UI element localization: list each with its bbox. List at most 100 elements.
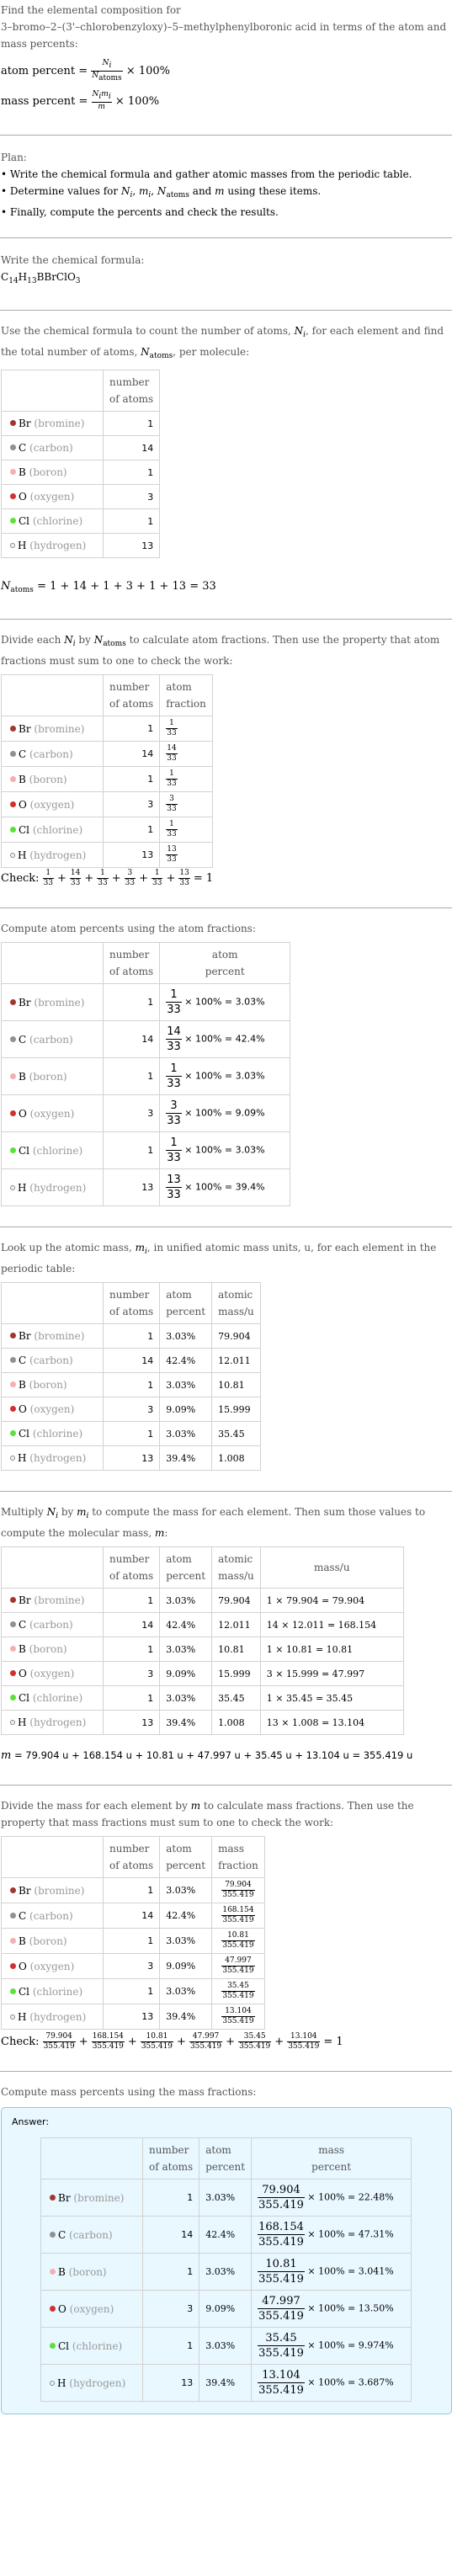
atom-fraction: 1 33 <box>159 817 213 843</box>
molecular-mass-table: number of atoms atom percent atomic mass/u … <box>1 1546 404 1735</box>
table-row: H (hydrogen) 13 39.4% 1.008 13 × 1.008 = 13.… <box>1 1710 404 1735</box>
atom-fraction-section: Divide each Ni by Natoms to calculate at… <box>0 620 452 907</box>
fraction: 1 33 <box>166 1062 182 1090</box>
element-cell-cl: Cl (chlorine) <box>1 1131 104 1169</box>
fraction: 1 33 <box>166 769 178 788</box>
atom-count-section: Use the chemical formula to count the nu… <box>0 311 452 619</box>
element-symbol: Br <box>58 2191 71 2204</box>
formula-title: Write the chemical formula: <box>1 254 145 266</box>
element-name: (chlorine) <box>32 1985 83 1998</box>
header-number-of-atoms: number of atoms <box>141 2137 200 2179</box>
atom-percent: 3.03% <box>199 2179 253 2217</box>
atomic-mass: 35.45 <box>211 1685 261 1711</box>
atom-count: 3 <box>141 2290 200 2328</box>
mass-percent-formula: mass percent = Nimi m × 100% <box>1 90 160 111</box>
element-name: (chlorine) <box>32 1428 83 1440</box>
element-symbol: Br <box>19 1594 31 1606</box>
fraction: 1 33 <box>166 719 178 737</box>
atom-percent: 3.03% <box>159 1877 213 1903</box>
element-color-dot-icon <box>50 2342 56 2349</box>
element-color-dot-icon <box>10 775 16 782</box>
table-row: Br (bromine) 1 3.03% 79.904 355.419 <box>1 1877 265 1903</box>
check-label: Check: <box>1 2036 40 2048</box>
table-row: Cl (chlorine) 1 3.03% 35.45 1 × 35.45 = 35.4… <box>1 1685 404 1711</box>
mass-percent-fraction: Nimi m <box>91 90 112 111</box>
table-row: Cl (chlorine) 1 3.03% 35.45 355.419 <box>1 1978 265 2004</box>
element-color-dot-icon <box>10 1695 16 1700</box>
element-cell-o: O (oxygen) <box>1 1094 104 1132</box>
intro-line2: 3–bromo–2–(3'–chlorobenzyloxy)–5–methylp… <box>1 21 447 50</box>
intro-section: Find the elemental composition for 3–bro… <box>0 0 452 135</box>
element-symbol: B <box>19 466 26 478</box>
element-cell-cl: Cl (chlorine) <box>1 508 104 534</box>
atom-count: 1 <box>102 1372 161 1397</box>
atom-percent: 3.03% <box>159 1421 213 1446</box>
element-name: (oxygen) <box>29 1668 75 1679</box>
atom-count: 1 <box>102 1685 161 1711</box>
fraction: 3 33 <box>166 1099 182 1127</box>
mass-calc: 1 × 79.904 = 79.904 <box>259 1588 404 1613</box>
mass-fraction-instructions: Divide the mass for each element by m to… <box>1 1800 414 1828</box>
atom-count: 3 <box>102 1094 161 1132</box>
fraction: 3 33 <box>166 795 178 813</box>
fraction: 1 33 <box>166 820 178 838</box>
atom-count: 3 <box>102 791 161 817</box>
element-symbol: Cl <box>19 1428 30 1440</box>
element-color-dot-icon <box>50 2305 56 2312</box>
atom-count: 1 <box>102 1877 161 1903</box>
fraction: 13.104 355.419 <box>287 2032 321 2051</box>
atom-percent-calc: 14 33 × 100% = 42.4% <box>159 1020 291 1058</box>
element-name: (bromine) <box>34 996 85 1009</box>
atom-count: 1 <box>141 2253 200 2291</box>
atom-percent: 42.4% <box>159 1348 213 1373</box>
table-row: Br (bromine) 1 1 33 × 100% = 3.03% <box>1 983 291 1021</box>
atom-count: 1 <box>102 1421 161 1446</box>
atom-count: 14 <box>102 1020 161 1058</box>
element-cell-h: H (hydrogen) <box>1 2004 104 2030</box>
table-row: B (boron) 1 3.03% 10.81 355.419 <box>1 1928 265 1954</box>
fraction: 3 33 <box>124 869 136 887</box>
atom-count: 1 <box>102 508 161 534</box>
table-row: H (hydrogen) 13 39.4% 13.104 355.419 × 100% … <box>40 2364 412 2402</box>
element-symbol: C <box>58 2228 66 2241</box>
element-cell-o: O (oxygen) <box>40 2290 143 2328</box>
atomic-mass: 1.008 <box>211 1445 261 1471</box>
element-cell-br: Br (bromine) <box>1 1323 104 1349</box>
element-cell-br: Br (bromine) <box>1 983 104 1021</box>
atom-percent: 39.4% <box>159 1445 213 1471</box>
atom-percent: 3.03% <box>159 1372 213 1397</box>
element-symbol: Br <box>19 996 31 1009</box>
atom-count: 1 <box>102 1131 161 1169</box>
atom-count: 13 <box>102 2004 161 2030</box>
element-symbol: Br <box>19 418 31 429</box>
header-number-of-atoms: number of atoms <box>102 1546 161 1589</box>
header-atom-percent: atom percent <box>199 2137 253 2179</box>
atom-count: 1 <box>102 411 161 436</box>
element-color-dot-icon <box>10 518 16 524</box>
element-symbol: Cl <box>58 2339 70 2352</box>
element-cell-b: B (boron) <box>1 1928 104 1954</box>
mass-calc: 14 × 12.011 = 168.154 <box>259 1612 404 1637</box>
atom-percent: 3.03% <box>199 2327 253 2365</box>
element-cell-b: B (boron) <box>1 460 104 485</box>
plus-sign: + <box>127 2036 137 2048</box>
element-symbol: C <box>19 1033 27 1046</box>
element-color-dot-icon <box>10 1988 16 1994</box>
atom-percent-calc: 13 33 × 100% = 39.4% <box>159 1168 291 1206</box>
fraction: 47.997 355.419 <box>258 2295 305 2323</box>
element-cell-h: H (hydrogen) <box>1 1710 104 1735</box>
fraction: 35.45 355.419 <box>238 2032 272 2051</box>
element-color-dot-icon <box>10 1597 16 1603</box>
atom-fraction: 1 33 <box>159 716 213 742</box>
element-name: (oxygen) <box>29 1403 75 1415</box>
element-symbol: O <box>19 798 27 811</box>
element-name: (boron) <box>68 2265 107 2278</box>
atom-count: 1 <box>102 1978 161 2004</box>
plus-sign: + <box>111 872 121 885</box>
element-name: (carbon) <box>29 748 73 760</box>
element-color-dot-icon <box>50 2194 56 2201</box>
mass-percent-calc: 10.81 355.419 × 100% = 3.041% <box>251 2253 412 2291</box>
element-symbol: B <box>19 1379 26 1391</box>
table-row: B (boron) 1 1 33 × 100% = 3.03% <box>1 1057 291 1095</box>
fraction: 1 33 <box>42 869 55 887</box>
